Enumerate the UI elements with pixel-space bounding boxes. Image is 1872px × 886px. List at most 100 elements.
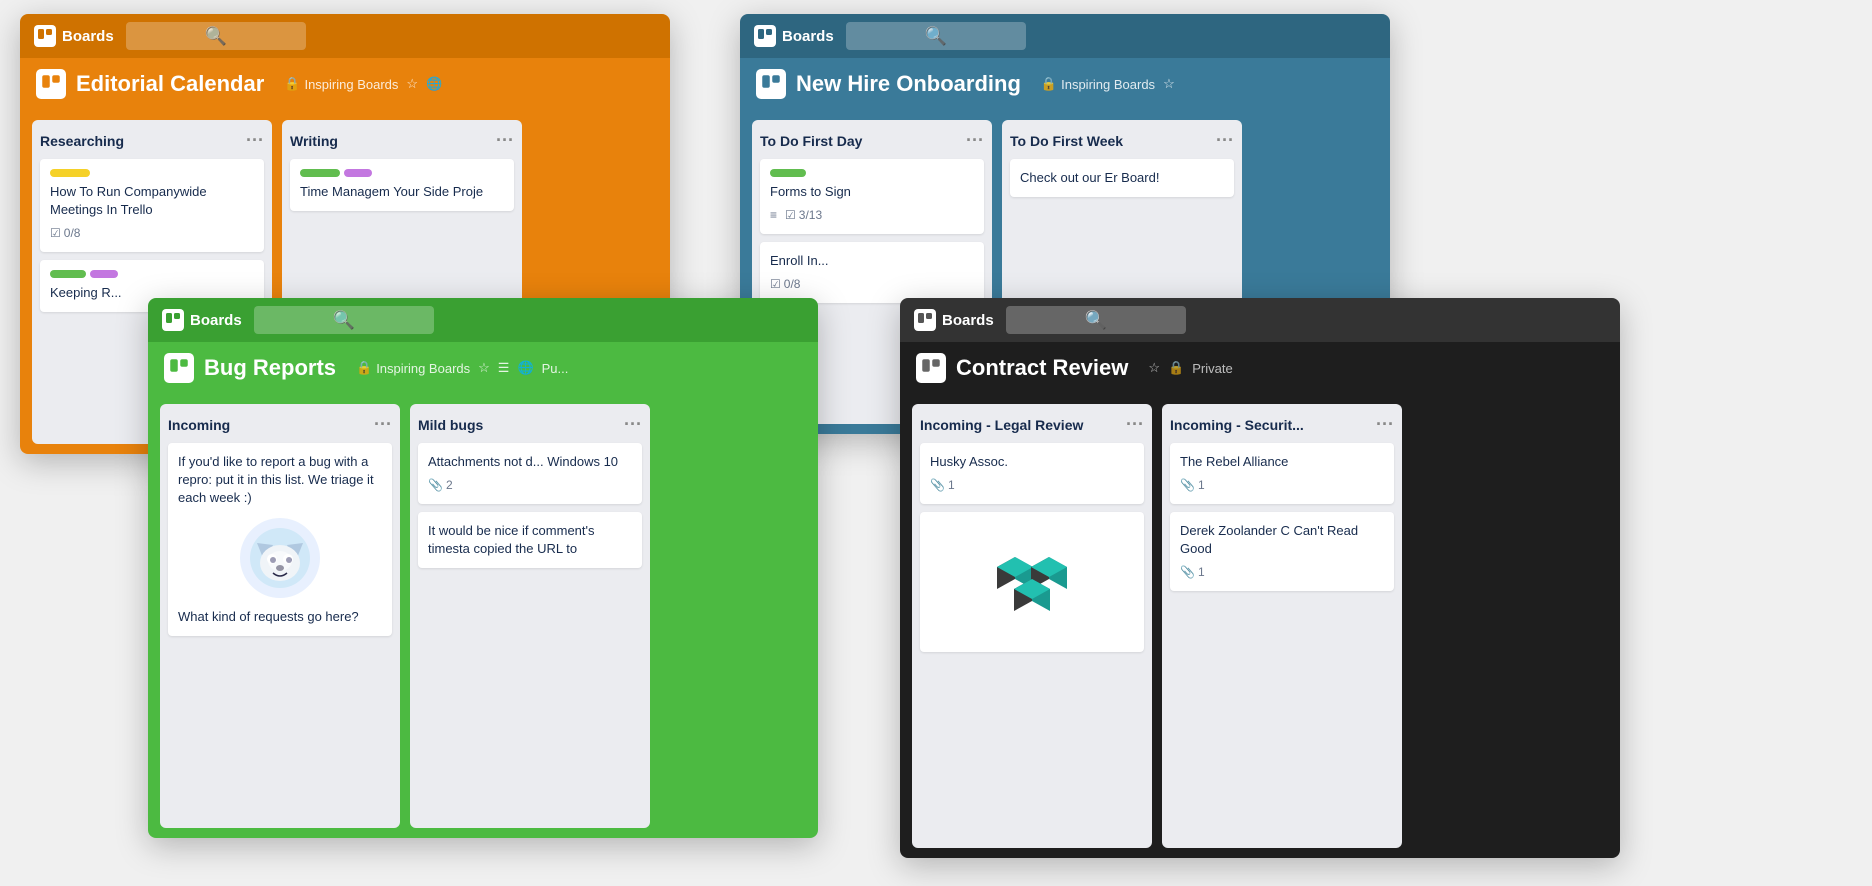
board-meta-editorial: 🔒 Inspiring Boards ☆ 🌐 [284,76,442,92]
list-header-writing: Writing ··· [290,130,514,151]
card-text-whatreq: What kind of requests go here? [178,608,382,626]
workspace-label-editorial: Inspiring Boards [304,77,398,92]
list-header-incoming-bugs: Incoming ··· [168,414,392,435]
globe-icon-bugs: 🌐 [517,360,533,376]
board-header-onboarding: New Hire Onboarding 🔒 Inspiring Boards ☆ [740,58,1390,110]
topbar-search-editorial[interactable]: 🔍 [126,22,306,50]
card-labels-forms [770,169,974,177]
card-footer-enroll: ☑0/8 [770,276,974,293]
window-contract: Boards 🔍 Contract Review ☆ 🔒 Private Inc… [900,298,1620,858]
star-icon-contract[interactable]: ☆ [1148,360,1160,376]
list-menu-researching[interactable]: ··· [246,130,264,151]
board-title-onboarding: New Hire Onboarding [796,71,1021,97]
lock-icon-contract2: 🔒 [1168,360,1184,376]
checkbox-icon3: ☑ [770,276,781,293]
card-footer-husky: 📎1 [930,477,1134,494]
checkbox-icon2: ☑ [785,207,796,224]
card-timemanage[interactable]: Time Managem Your Side Proje [290,159,514,211]
card-footer-attachments: 📎2 [428,477,632,494]
lock-icon-bugs: 🔒 [356,360,372,376]
star-icon-bugs[interactable]: ☆ [478,360,490,376]
attachment-icon: 📎 [428,477,443,494]
card-enroll[interactable]: Enroll In... ☑0/8 [760,242,984,303]
attachment-icon3: 📎 [1180,477,1195,494]
topbar-search-contract[interactable]: 🔍 [1006,306,1186,334]
topbar-bugs: Boards 🔍 [148,298,818,342]
list-incoming-legal: Incoming - Legal Review ··· Husky Assoc.… [912,404,1152,848]
card-rebel-alliance[interactable]: The Rebel Alliance 📎1 [1170,443,1394,504]
list-menu-writing[interactable]: ··· [496,130,514,151]
board-logo-editorial [36,69,66,99]
card-footer-zoolander: 📎1 [1180,564,1384,581]
card-zoolander[interactable]: Derek Zoolander C Can't Read Good 📎1 [1170,512,1394,591]
workspace-label-onboarding: Inspiring Boards [1061,77,1155,92]
card-checkout[interactable]: Check out our Er Board! [1010,159,1234,197]
husky-image [240,518,320,598]
list-header-researching: Researching ··· [40,130,264,151]
list-menu-incoming-security[interactable]: ··· [1376,414,1394,435]
attachment-icon2: 📎 [930,477,945,494]
card-footer-companywide: ☑0/8 [50,225,254,242]
attachment-icon4: 📎 [1180,564,1195,581]
card-cube-logo[interactable] [920,512,1144,652]
topbar-logo-onboarding: Boards [754,25,834,47]
card-comment-url[interactable]: It would be nice if comment's timesta co… [418,512,642,568]
topbar-search-onboarding[interactable]: 🔍 [846,22,1026,50]
card-labels-keeping [50,270,254,278]
star-icon-editorial[interactable]: ☆ [406,76,418,92]
card-text-zoolander: Derek Zoolander C Can't Read Good [1180,523,1358,556]
topbar-editorial: Boards 🔍 [20,14,670,58]
list-menu-incoming-bugs[interactable]: ··· [374,414,392,435]
list-mild-bugs: Mild bugs ··· Attachments not d... Windo… [410,404,650,828]
board-logo-contract [916,353,946,383]
topbar-logo-bugs: Boards [162,309,242,331]
window-bugs: Boards 🔍 Bug Reports 🔒 Inspiring Boards … [148,298,818,838]
list-menu-incoming-legal[interactable]: ··· [1126,414,1144,435]
card-husky-assoc[interactable]: Husky Assoc. 📎1 [920,443,1144,504]
board-meta-onboarding: 🔒 Inspiring Boards ☆ [1041,76,1175,92]
list-menu-firstweek[interactable]: ··· [1216,130,1234,151]
board-title-bugs: Bug Reports [204,355,336,381]
list-menu-firstday[interactable]: ··· [966,130,984,151]
board-meta-bugs: 🔒 Inspiring Boards ☆ ☰ 🌐 Pu... [356,360,568,376]
workspace-label-bugs: Inspiring Boards [376,361,470,376]
card-text-husky-assoc: Husky Assoc. [930,454,1008,469]
public-label-bugs: Pu... [542,361,569,376]
topbar-search-bugs[interactable]: 🔍 [254,306,434,334]
trello-icon-onboarding [754,25,776,47]
board-header-bugs: Bug Reports 🔒 Inspiring Boards ☆ ☰ 🌐 Pu.… [148,342,818,394]
card-forms[interactable]: Forms to Sign ≡ ☑3/13 [760,159,984,234]
list-header-incoming-legal: Incoming - Legal Review ··· [920,414,1144,435]
trello-icon-editorial [34,25,56,47]
label-yellow [50,169,90,177]
board-title-editorial: Editorial Calendar [76,71,264,97]
card-labels-timemanage [300,169,504,177]
checkbox-icon: ☑ [50,225,61,242]
topbar-logo-editorial: Boards [34,25,114,47]
topbar-label-editorial: Boards [62,28,114,45]
list-header-mild-bugs: Mild bugs ··· [418,414,642,435]
star-icon-onboarding[interactable]: ☆ [1163,76,1175,92]
list-title-firstday: To Do First Day [760,133,862,149]
list-header-firstday: To Do First Day ··· [760,130,984,151]
label-green [50,270,86,278]
list-menu-mild-bugs[interactable]: ··· [624,414,642,435]
card-footer-rebel: 📎1 [1180,477,1384,494]
list-header-incoming-security: Incoming - Securit... ··· [1170,414,1394,435]
list-incoming-bugs: Incoming ··· If you'd like to report a b… [160,404,400,828]
menu-icon-bugs[interactable]: ☰ [498,360,510,376]
card-text-checkout: Check out our Er Board! [1020,170,1159,185]
board-header-editorial: Editorial Calendar 🔒 Inspiring Boards ☆ … [20,58,670,110]
board-title-contract: Contract Review [956,355,1128,381]
card-companywide[interactable]: How To Run Companywide Meetings In Trell… [40,159,264,252]
list-title-incoming-security: Incoming - Securit... [1170,417,1304,433]
globe-icon-editorial: 🌐 [426,76,442,92]
card-attachments[interactable]: Attachments not d... Windows 10 📎2 [418,443,642,504]
board-header-contract: Contract Review ☆ 🔒 Private [900,342,1620,394]
lock-icon-editorial: 🔒 [284,76,300,92]
card-text-companywide: How To Run Companywide Meetings In Trell… [50,184,207,217]
card-report-bug[interactable]: If you'd like to report a bug with a rep… [168,443,392,636]
board-logo-bugs [164,353,194,383]
list-title-incoming-bugs: Incoming [168,417,230,433]
card-text-forms: Forms to Sign [770,184,851,199]
